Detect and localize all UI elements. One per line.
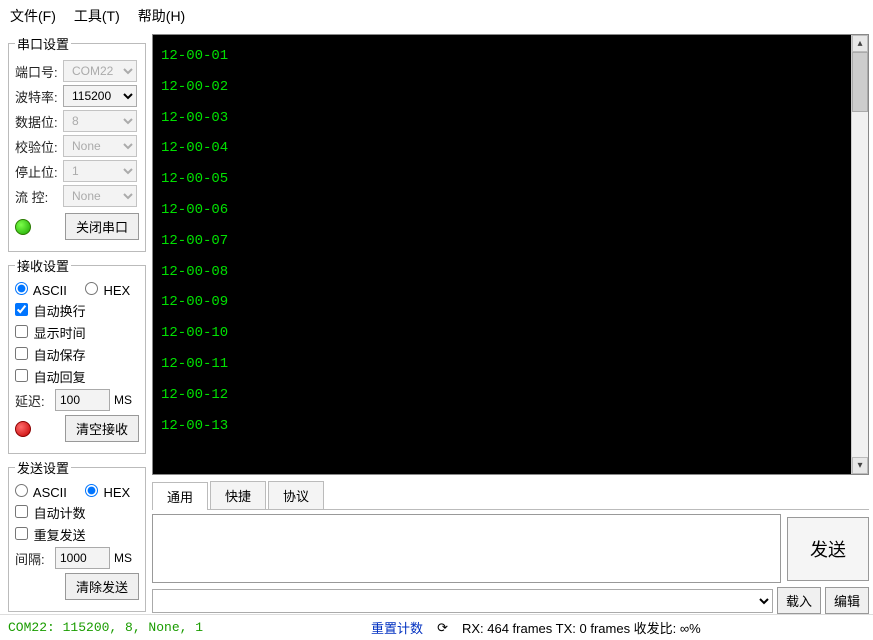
baud-label: 波特率: xyxy=(15,87,59,106)
recv-reply-checkbox[interactable]: 自动回复 xyxy=(15,367,86,386)
serial-led-icon xyxy=(15,219,31,235)
send-ascii-radio[interactable]: ASCII xyxy=(15,484,67,500)
scroll-down-icon[interactable]: ▾ xyxy=(852,457,868,474)
recv-time-checkbox[interactable]: 显示时间 xyxy=(15,323,86,342)
recv-ascii-radio[interactable]: ASCII xyxy=(15,282,67,298)
recv-save-checkbox[interactable]: 自动保存 xyxy=(15,345,86,364)
terminal-wrap: 12-00-01 12-00-02 12-00-03 12-00-04 12-0… xyxy=(152,34,869,475)
send-count-checkbox[interactable]: 自动计数 xyxy=(15,503,86,522)
stopbits-label: 停止位: xyxy=(15,162,59,181)
recv-delay-input[interactable] xyxy=(55,389,110,411)
command-history-select[interactable] xyxy=(152,589,773,613)
serial-settings-group: 串口设置 端口号: COM22 波特率: 115200 数据位: 8 校验位: … xyxy=(8,34,146,252)
tab-protocol[interactable]: 协议 xyxy=(268,481,324,509)
send-interval-input[interactable] xyxy=(55,547,110,569)
recv-led-icon xyxy=(15,421,31,437)
menu-file[interactable]: 文件(F) xyxy=(10,6,56,26)
recv-hex-radio[interactable]: HEX xyxy=(85,282,130,298)
recv-delay-unit: MS xyxy=(114,393,132,407)
send-interval-unit: MS xyxy=(114,551,132,565)
load-button[interactable]: 载入 xyxy=(777,587,821,614)
terminal-output[interactable]: 12-00-01 12-00-02 12-00-03 12-00-04 12-0… xyxy=(153,35,851,474)
left-panel: 串口设置 端口号: COM22 波特率: 115200 数据位: 8 校验位: … xyxy=(0,34,152,614)
reset-count-link[interactable]: 重置计数 xyxy=(371,618,423,637)
tab-general[interactable]: 通用 xyxy=(152,482,208,510)
recv-settings-group: 接收设置 ASCII HEX 自动换行 显示时间 自动保存 自动回复 延迟: M… xyxy=(8,256,146,454)
recv-wrap-checkbox[interactable]: 自动换行 xyxy=(15,301,86,320)
flow-label: 流 控: xyxy=(15,187,59,206)
parity-select[interactable]: None xyxy=(63,135,137,157)
send-textarea-wrap xyxy=(152,514,781,583)
databits-select[interactable]: 8 xyxy=(63,110,137,132)
tab-shortcut[interactable]: 快捷 xyxy=(210,481,266,509)
scroll-track[interactable] xyxy=(852,52,868,457)
menu-help[interactable]: 帮助(H) xyxy=(138,6,185,26)
send-button[interactable]: 发送 xyxy=(787,517,869,581)
status-port: COM22: 115200, 8, None, 1 xyxy=(8,620,203,635)
baud-select[interactable]: 115200 xyxy=(63,85,137,107)
port-label: 端口号: xyxy=(15,62,59,81)
clear-send-button[interactable]: 清除发送 xyxy=(65,573,139,600)
scroll-thumb[interactable] xyxy=(852,52,868,112)
status-stats: RX: 464 frames TX: 0 frames 收发比: ∞% xyxy=(462,618,701,637)
parity-label: 校验位: xyxy=(15,137,59,156)
recv-delay-label: 延迟: xyxy=(15,391,51,410)
send-settings-group: 发送设置 ASCII HEX 自动计数 重复发送 间隔: MS 清除发送 xyxy=(8,458,146,612)
menu-bar: 文件(F) 工具(T) 帮助(H) xyxy=(0,0,873,34)
status-bar: COM22: 115200, 8, None, 1 重置计数 ⟳ RX: 464… xyxy=(0,614,873,640)
send-repeat-checkbox[interactable]: 重复发送 xyxy=(15,525,86,544)
send-settings-legend: 发送设置 xyxy=(15,458,71,477)
stopbits-select[interactable]: 1 xyxy=(63,160,137,182)
databits-label: 数据位: xyxy=(15,112,59,131)
close-port-button[interactable]: 关闭串口 xyxy=(65,213,139,240)
menu-tools[interactable]: 工具(T) xyxy=(74,6,120,26)
send-tabs: 通用 快捷 协议 xyxy=(152,481,869,510)
terminal-scrollbar[interactable]: ▴ ▾ xyxy=(851,35,868,474)
send-interval-label: 间隔: xyxy=(15,549,51,568)
send-textarea[interactable] xyxy=(153,515,780,579)
right-panel: 12-00-01 12-00-02 12-00-03 12-00-04 12-0… xyxy=(152,34,873,614)
recv-settings-legend: 接收设置 xyxy=(15,256,71,275)
send-hex-radio[interactable]: HEX xyxy=(85,484,130,500)
clear-recv-button[interactable]: 清空接收 xyxy=(65,415,139,442)
flow-select[interactable]: None xyxy=(63,185,137,207)
port-select[interactable]: COM22 xyxy=(63,60,137,82)
refresh-icon[interactable]: ⟳ xyxy=(437,620,448,636)
serial-settings-legend: 串口设置 xyxy=(15,34,71,53)
edit-button[interactable]: 编辑 xyxy=(825,587,869,614)
scroll-up-icon[interactable]: ▴ xyxy=(852,35,868,52)
